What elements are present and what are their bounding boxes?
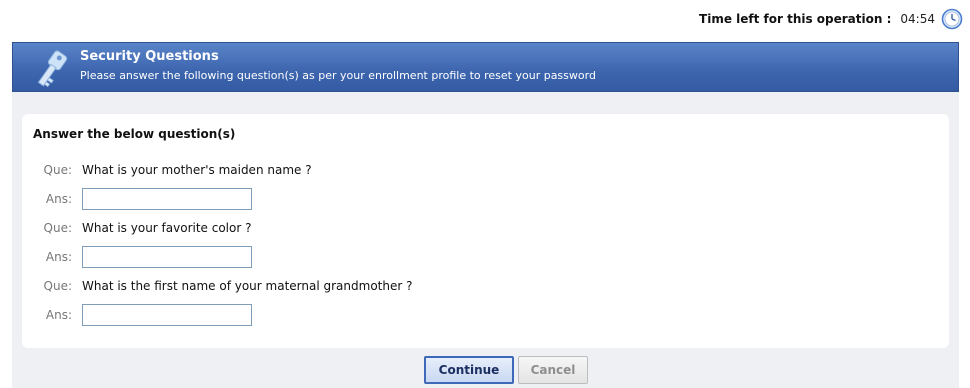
question-row: Que: What is your mother's maiden name ? — [34, 159, 312, 181]
password-reset-page: Time left for this operation : 04:54 Sec… — [0, 0, 970, 388]
question-prefix: Que: — [43, 163, 72, 177]
question-prefix: Que: — [43, 221, 72, 235]
panel-heading: Answer the below question(s) — [33, 127, 236, 141]
security-questions-banner: Security Questions Please answer the fol… — [12, 42, 959, 92]
answer-input-2[interactable] — [82, 246, 252, 268]
answer-input-1[interactable] — [82, 188, 252, 210]
questions-panel: Answer the below question(s) Que: What i… — [22, 114, 949, 348]
answer-prefix: Ans: — [45, 192, 72, 206]
answer-row: Ans: — [34, 246, 252, 268]
banner-title: Security Questions — [80, 49, 219, 64]
question-row: Que: What is the first name of your mate… — [34, 275, 413, 297]
key-icon — [31, 48, 71, 96]
question-text: What is your favorite color ? — [82, 221, 252, 235]
answer-row: Ans: — [34, 304, 252, 326]
cancel-button[interactable]: Cancel — [518, 356, 588, 384]
banner-subtitle: Please answer the following question(s) … — [80, 69, 596, 82]
button-row: Continue Cancel — [12, 356, 959, 384]
question-text: What is the first name of your maternal … — [82, 279, 413, 293]
answer-row: Ans: — [34, 188, 252, 210]
continue-button[interactable]: Continue — [424, 356, 514, 384]
timer-row: Time left for this operation : 04:54 — [699, 8, 963, 30]
answer-input-3[interactable] — [82, 304, 252, 326]
answer-prefix: Ans: — [45, 250, 72, 264]
question-prefix: Que: — [43, 279, 72, 293]
answer-prefix: Ans: — [45, 308, 72, 322]
question-text: What is your mother's maiden name ? — [82, 163, 312, 177]
form-area: Answer the below question(s) Que: What i… — [12, 92, 959, 388]
timer-label: Time left for this operation : — [699, 12, 892, 26]
clock-icon — [941, 8, 963, 30]
question-row: Que: What is your favorite color ? — [34, 217, 252, 239]
timer-value: 04:54 — [900, 12, 935, 26]
